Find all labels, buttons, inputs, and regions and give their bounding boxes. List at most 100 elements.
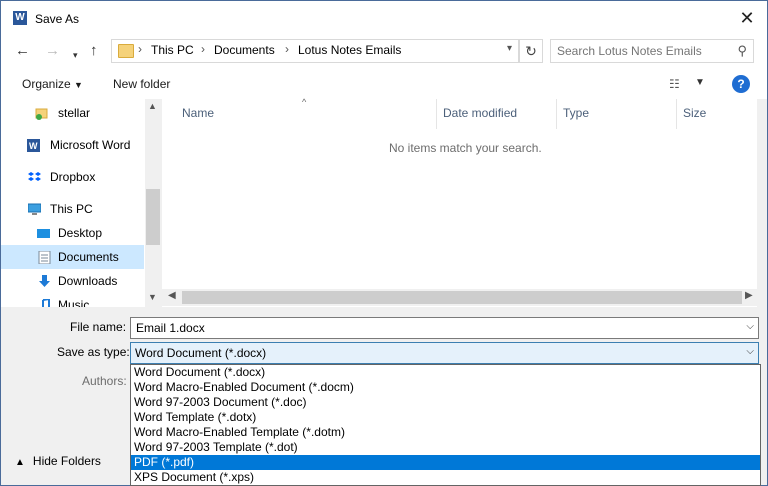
option-label: Word Template (*.dotx) — [134, 410, 257, 424]
organize-label: Organize — [22, 77, 71, 91]
dropdown-option[interactable]: Word Macro-Enabled Template (*.dotm) — [131, 425, 760, 440]
address-bar[interactable]: › This PC › Documents › Lotus Notes Emai… — [111, 39, 519, 63]
nav-item-music[interactable]: Music — [1, 293, 144, 307]
empty-message: No items match your search. — [389, 141, 542, 155]
dropdown-option[interactable]: XPS Document (*.xps) — [131, 470, 760, 485]
breadcrumb-separator-icon[interactable]: › — [201, 42, 205, 56]
desktop-icon — [37, 229, 50, 238]
search-box[interactable]: ⚲ — [550, 39, 754, 63]
column-divider[interactable] — [676, 99, 677, 129]
column-divider[interactable] — [436, 99, 437, 129]
new-folder-button[interactable]: New folder — [113, 77, 170, 91]
nav-item-label: Microsoft Word — [50, 138, 131, 152]
command-bar: Organize ▼ New folder ☷ ▼ ? — [1, 67, 767, 100]
dialog-title: Save As — [35, 12, 80, 26]
column-header-date-modified[interactable]: Date modified — [443, 106, 517, 120]
file-list: ^ Name Date modified Type Size No items … — [162, 97, 757, 307]
save-as-type-dropdown-list: Word Document (*.docx) Word Macro-Enable… — [130, 364, 761, 486]
dropbox-icon — [28, 172, 41, 181]
save-as-type-select[interactable]: Word Document (*.docx) ⌵ — [130, 342, 759, 364]
help-icon[interactable]: ? — [732, 75, 750, 93]
scroll-left-icon[interactable]: ◀ — [168, 290, 176, 301]
forward-arrow-icon[interactable]: → — [45, 43, 60, 59]
option-label: Word Macro-Enabled Document (*.docm) — [134, 380, 354, 394]
scroll-thumb[interactable] — [182, 291, 742, 304]
hide-folders-button[interactable]: ▲ Hide Folders — [15, 454, 101, 468]
file-name-value: Email 1.docx — [136, 321, 205, 335]
nav-item-downloads[interactable]: Downloads — [1, 269, 144, 293]
breadcrumb-separator-icon[interactable]: › — [285, 42, 289, 56]
word-icon: W — [27, 139, 40, 152]
column-header-size[interactable]: Size — [683, 106, 706, 120]
option-label: Word Document (*.docx) — [134, 365, 266, 379]
nav-item-label: Downloads — [58, 274, 118, 288]
scroll-up-icon[interactable]: ▲ — [148, 101, 157, 111]
music-icon — [42, 299, 50, 307]
scroll-right-icon[interactable]: ▶ — [745, 290, 753, 301]
refresh-button[interactable]: ↻ — [519, 39, 543, 63]
search-icon[interactable]: ⚲ — [737, 43, 747, 59]
navigation-pane: stellar W Microsoft Word Dropbox This PC… — [1, 99, 161, 307]
save-as-type-value: Word Document (*.docx) — [135, 346, 267, 360]
dropdown-option-selected[interactable]: PDF (*.pdf) — [131, 455, 760, 470]
option-label: Word Macro-Enabled Template (*.dotm) — [134, 425, 345, 439]
horizontal-scrollbar[interactable]: ◀ ▶ — [162, 289, 757, 306]
column-header-name[interactable]: Name — [182, 106, 214, 120]
hide-folders-label: Hide Folders — [32, 454, 101, 468]
nav-item-stellar[interactable]: stellar — [1, 101, 144, 125]
documents-icon — [38, 251, 51, 264]
folder-check-icon — [35, 108, 48, 120]
nav-item-microsoft-word[interactable]: W Microsoft Word — [1, 133, 144, 157]
option-label: XPS Document (*.xps) — [134, 470, 255, 484]
nav-item-label: This PC — [50, 202, 93, 216]
breadcrumb-separator-icon[interactable]: › — [138, 42, 142, 56]
download-icon — [39, 275, 50, 287]
dropdown-option[interactable]: Word Document (*.docx) — [131, 365, 760, 380]
address-dropdown-icon[interactable]: ▾ — [507, 43, 512, 54]
back-arrow-icon[interactable]: ← — [15, 43, 30, 59]
nav-item-documents[interactable]: Documents — [1, 245, 144, 269]
dropdown-option[interactable]: Word 97-2003 Template (*.dot) — [131, 440, 760, 455]
up-arrow-icon[interactable]: ↑ — [90, 43, 98, 59]
recent-locations-chevron-icon[interactable]: ▾ — [73, 47, 78, 63]
chevron-down-icon[interactable]: ⌵ — [746, 321, 754, 332]
dropdown-option[interactable]: Word Macro-Enabled Document (*.docm) — [131, 380, 760, 395]
navigation-bar: ← → ▾ ↑ › This PC › Documents › Lotus No… — [1, 35, 767, 67]
breadcrumb-this-pc[interactable]: This PC — [151, 43, 194, 57]
option-label: PDF (*.pdf) — [134, 455, 195, 469]
computer-icon — [28, 203, 41, 215]
navigation-scrollbar[interactable]: ▲ ▼ — [145, 99, 161, 307]
file-name-field[interactable]: Email 1.docx ⌵ — [130, 317, 759, 339]
breadcrumb-lotus-notes-emails[interactable]: Lotus Notes Emails — [298, 43, 401, 57]
svg-text:W: W — [29, 141, 38, 151]
organize-button[interactable]: Organize ▼ — [22, 77, 83, 91]
nav-item-this-pc[interactable]: This PC — [1, 197, 144, 221]
column-header-type[interactable]: Type — [563, 106, 589, 120]
folder-icon — [118, 44, 134, 58]
nav-item-label: Music — [58, 298, 90, 307]
view-dropdown-icon[interactable]: ▼ — [695, 77, 705, 88]
nav-item-desktop[interactable]: Desktop — [1, 221, 144, 245]
scroll-down-icon[interactable]: ▼ — [148, 292, 157, 302]
breadcrumb-documents[interactable]: Documents — [214, 43, 275, 57]
option-label: Word 97-2003 Template (*.dot) — [134, 440, 298, 454]
close-button[interactable]: ✕ — [735, 7, 759, 29]
chevron-down-icon: ▼ — [74, 80, 83, 90]
chevron-up-icon: ▲ — [15, 457, 25, 468]
option-label: Word 97-2003 Document (*.doc) — [134, 395, 307, 409]
dropdown-option[interactable]: Word 97-2003 Document (*.doc) — [131, 395, 760, 410]
view-options-icon[interactable]: ☷ — [669, 77, 680, 91]
title-bar: W Save As ✕ — [1, 1, 767, 35]
search-input[interactable] — [557, 42, 727, 60]
file-name-label: File name: — [70, 320, 127, 334]
dropdown-option[interactable]: Word Template (*.dotx) — [131, 410, 760, 425]
chevron-down-icon[interactable]: ⌵ — [746, 346, 754, 357]
column-divider[interactable] — [556, 99, 557, 129]
nav-item-label: Dropbox — [50, 170, 96, 184]
nav-item-dropbox[interactable]: Dropbox — [1, 165, 144, 189]
authors-label: Authors: — [82, 374, 127, 388]
nav-item-label: Documents — [58, 250, 119, 264]
scroll-thumb[interactable] — [146, 189, 160, 245]
word-logo-icon: W — [13, 11, 27, 25]
save-as-dialog: W Save As ✕ ← → ▾ ↑ › This PC › Document… — [0, 0, 768, 486]
